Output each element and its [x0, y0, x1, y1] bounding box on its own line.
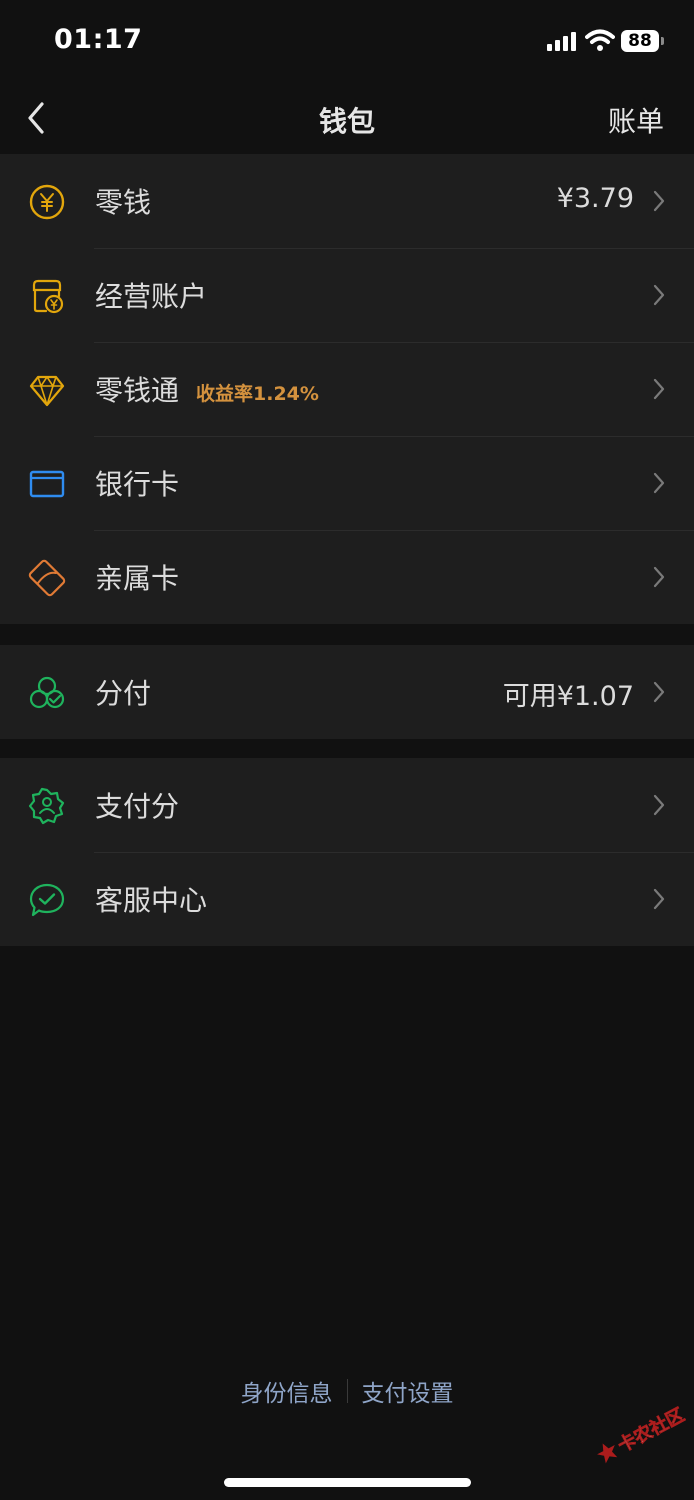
change-balance: ¥3.79 [556, 183, 634, 214]
fenfu-available: 可用¥1.07 [502, 681, 634, 712]
shop-account-icon [32, 279, 64, 314]
chevron-right-icon [653, 566, 665, 588]
family-card-icon [28, 559, 66, 597]
chevron-right-icon [653, 190, 665, 212]
page-title: 钱包 [318, 105, 375, 138]
row-fenfu[interactable]: 分付 可用¥1.07 [0, 645, 694, 739]
chevron-right-icon [653, 681, 665, 703]
wallet-group-services: 支付分 客服中心 [0, 758, 694, 946]
identity-info-link[interactable]: 身份信息 [241, 1374, 333, 1408]
yuan-coin-icon [29, 184, 65, 220]
payscore-badge-icon [28, 787, 65, 825]
bank-card-icon [29, 470, 65, 498]
row-change[interactable]: 零钱 ¥3.79 [0, 154, 694, 248]
battery-tip [661, 37, 664, 45]
status-time: 01:17 [54, 24, 143, 55]
row-label: 经营账户 [95, 280, 208, 313]
row-business-account[interactable]: 经营账户 [0, 248, 694, 342]
wallet-group-credit: 分付 可用¥1.07 [0, 645, 694, 739]
row-label: 零钱通 [95, 374, 180, 407]
payment-settings-link[interactable]: 支付设置 [362, 1374, 454, 1408]
yield-rate-tag: 收益率1.24% [196, 383, 319, 405]
chevron-right-icon [653, 284, 665, 306]
wifi-icon [585, 29, 615, 51]
battery-icon: 88 [621, 30, 659, 52]
bill-button[interactable]: 账单 [608, 100, 664, 140]
service-chat-icon [29, 883, 65, 917]
footer-links: 身份信息 支付设置 [0, 1374, 694, 1408]
cellular-signal-icon [547, 31, 579, 51]
wallet-group-funds: 零钱 ¥3.79 经营账户 零钱通 收益率1.24% 银行卡 亲属卡 [0, 154, 694, 624]
row-lingqiantong[interactable]: 零钱通 收益率1.24% [0, 342, 694, 436]
row-label: 亲属卡 [95, 562, 180, 595]
nav-bar: 钱包 账单 [0, 84, 694, 152]
status-bar: 01:17 88 [0, 0, 694, 84]
row-bank-card[interactable]: 银行卡 [0, 436, 694, 530]
watermark-text: 卡农社区 [614, 1404, 689, 1457]
footer-divider [346, 1379, 348, 1403]
chevron-right-icon [653, 472, 665, 494]
row-customer-service[interactable]: 客服中心 [0, 852, 694, 946]
row-label: 客服中心 [95, 884, 208, 917]
row-label: 银行卡 [95, 468, 180, 501]
row-family-card[interactable]: 亲属卡 [0, 530, 694, 624]
chevron-right-icon [653, 888, 665, 910]
chevron-right-icon [653, 794, 665, 816]
diamond-icon [29, 375, 65, 407]
home-indicator[interactable] [224, 1478, 471, 1487]
row-label: 分付 [95, 677, 152, 710]
row-label: 支付分 [95, 790, 180, 823]
fenfu-icon [29, 676, 65, 709]
row-label: 零钱 [95, 186, 152, 219]
chevron-right-icon [653, 378, 665, 400]
row-payscore[interactable]: 支付分 [0, 758, 694, 852]
